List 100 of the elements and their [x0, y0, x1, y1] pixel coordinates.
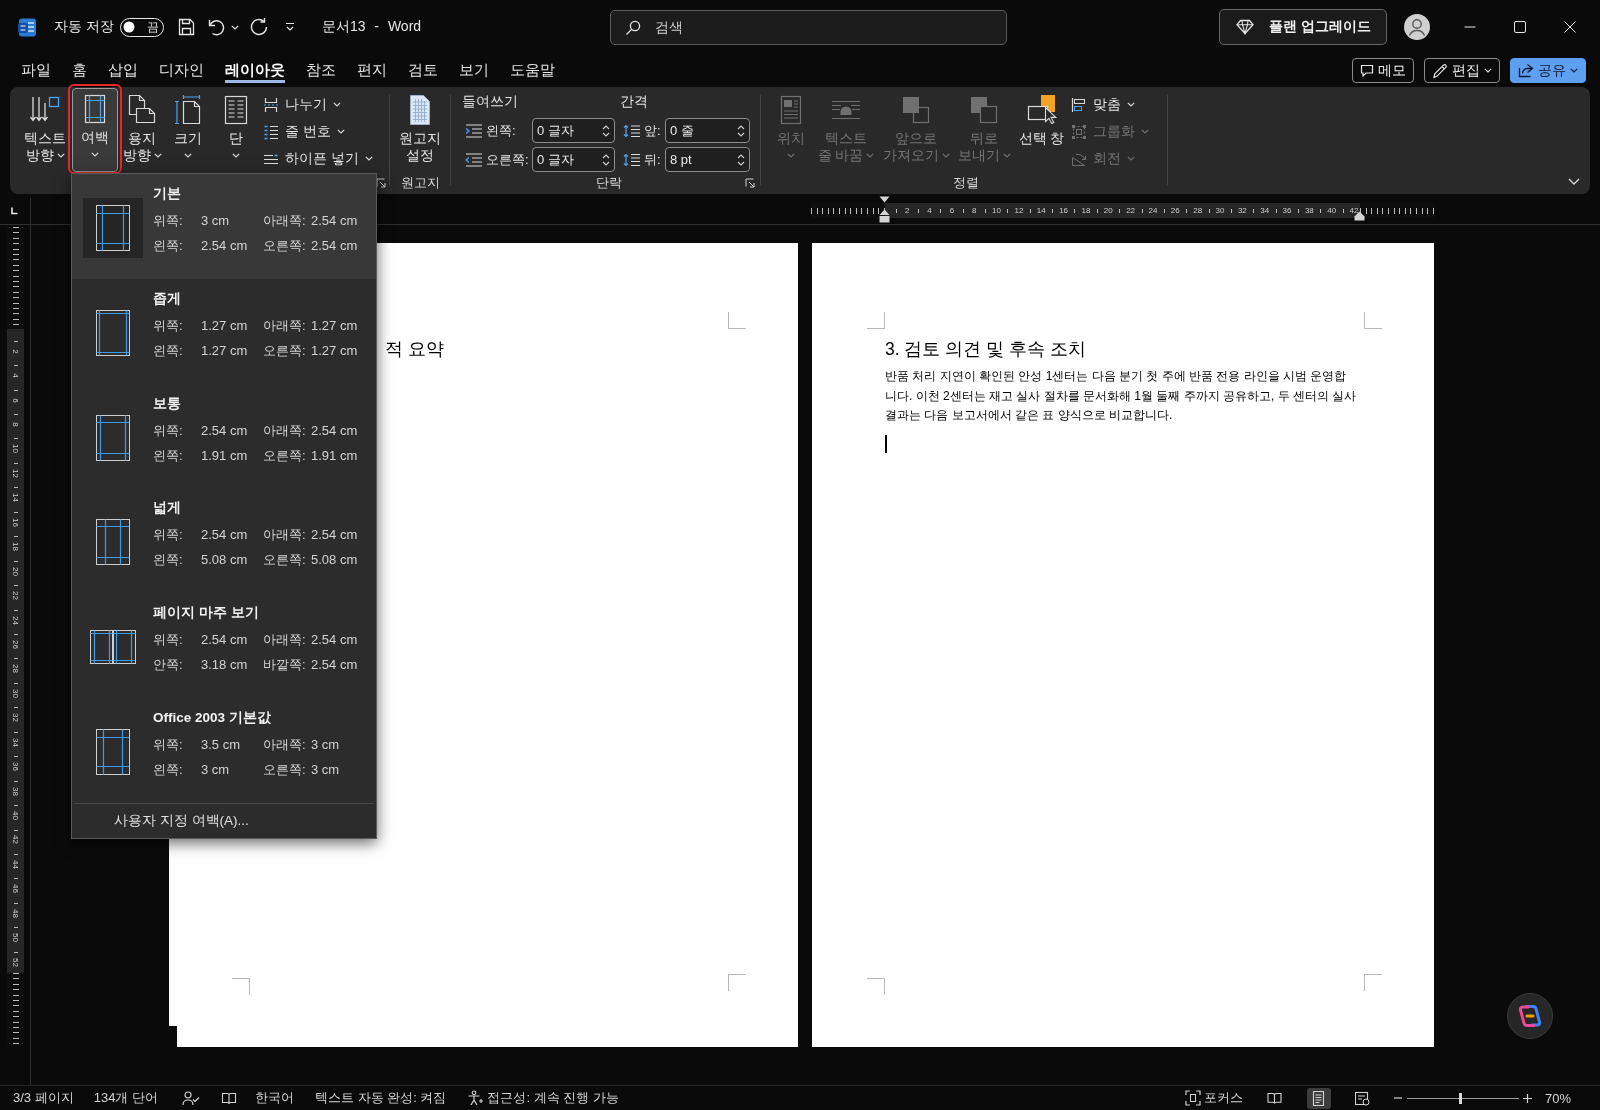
- redo-icon[interactable]: [248, 17, 269, 37]
- menu-item[interactable]: 페이지 마주 보기 위쪽: 2.54 cm 아래쪽: 2.54 cm 안쪽: 3.18 cm 바깥쪽: 2.54 cm: [72, 593, 376, 698]
- preset-title: 좁게: [153, 289, 181, 308]
- ribbon-tab[interactable]: 삽입: [100, 55, 146, 86]
- margin-label: 위쪽:: [153, 526, 183, 545]
- margin-label: 위쪽:: [153, 736, 183, 754]
- ruler-margin-segment: [7, 973, 24, 1045]
- ribbon-tab[interactable]: 편지: [349, 55, 395, 86]
- accessibility-status[interactable]: 접근성: 계속 진행 가능: [487, 1089, 619, 1107]
- ruler-number: 30: [11, 688, 20, 698]
- caret-icon: [232, 153, 240, 158]
- ruler-number: 6: [949, 206, 955, 215]
- zoom-in-icon[interactable]: [1522, 1093, 1532, 1103]
- ruler-number: 52: [11, 957, 20, 967]
- caret-icon: [333, 102, 341, 107]
- orientation-button[interactable]: 용지 방향: [122, 89, 162, 173]
- caret-icon: [56, 153, 65, 158]
- indent-marker-icon[interactable]: [879, 196, 890, 223]
- zoom-out-icon[interactable]: [1393, 1094, 1402, 1102]
- margin-label: 위쪽:: [153, 421, 183, 440]
- word-count[interactable]: 134개 단어: [93, 1089, 158, 1107]
- right-indent-marker-icon[interactable]: [1354, 211, 1365, 221]
- language-status[interactable]: 한국어: [255, 1089, 294, 1107]
- zoom-thumb[interactable]: [1459, 1092, 1463, 1104]
- zoom-level[interactable]: 70%: [1544, 1090, 1571, 1106]
- search-field[interactable]: 검색: [610, 9, 1007, 45]
- manuscript-setup-button[interactable]: 원고지 설정: [398, 89, 442, 173]
- margin-value: 1.27 cm: [201, 341, 248, 360]
- focus-button[interactable]: 포커스: [1184, 1089, 1243, 1107]
- person-check-icon[interactable]: [182, 1090, 200, 1106]
- ruler-number: 14: [1036, 206, 1046, 215]
- ruler-number: 4: [11, 373, 20, 378]
- columns-button[interactable]: 단: [214, 89, 258, 173]
- corner-mark: [728, 974, 746, 991]
- print-layout-button[interactable]: [1306, 1087, 1331, 1109]
- share-button[interactable]: 공유: [1510, 58, 1586, 83]
- menu-item[interactable]: 보통 위쪽: 2.54 cm 아래쪽: 2.54 cm 왼쪽: 1.91 cm 오른쪽: 1.91 cm: [72, 383, 376, 489]
- section-label: 들여쓰기: [462, 94, 518, 110]
- spin-field[interactable]: 0 글자: [532, 118, 615, 143]
- spin-field[interactable]: 0 줄: [665, 118, 750, 143]
- dialog-launcher-icon[interactable]: [376, 178, 386, 188]
- ruler-number: 44: [11, 859, 20, 869]
- caret-icon: [1141, 129, 1149, 134]
- book-icon[interactable]: [221, 1090, 237, 1106]
- breaks-button[interactable]: 나누기: [259, 91, 345, 118]
- ribbon-tab[interactable]: 홈: [64, 55, 95, 86]
- ruler-number: 24: [11, 615, 20, 625]
- ribbon-tab[interactable]: 보기: [451, 55, 497, 86]
- spacing-after-icon: [623, 152, 641, 167]
- ribbon-tab[interactable]: 도움말: [502, 55, 563, 86]
- ribbon-tab[interactable]: 참조: [298, 55, 344, 86]
- margins-button[interactable]: 여백: [72, 88, 118, 172]
- horizontal-ruler[interactable]: 2 4 6 8 10 12 14 16 18 20 22 24 26 28 30 32 34 36 38 40 42: [811, 196, 1434, 223]
- ruler-number: 6: [11, 397, 20, 403]
- page-count[interactable]: 3/3 페이지: [13, 1089, 74, 1107]
- ribbon-tab[interactable]: 디자인: [151, 55, 212, 86]
- autosave-label: 자동 저장: [54, 18, 114, 36]
- maximize-icon[interactable]: [1514, 21, 1526, 33]
- ruler-number: 10: [992, 206, 1001, 215]
- menu-item[interactable]: 좁게 위쪽: 1.27 cm 아래쪽: 1.27 cm 왼쪽: 1.27 cm 오른쪽: 1.27 cm: [72, 278, 376, 384]
- logo-icon: [1518, 1004, 1542, 1028]
- ruler-number: 24: [1148, 206, 1158, 215]
- ribbon-tab[interactable]: 검토: [400, 55, 446, 86]
- avatar-icon[interactable]: [1404, 14, 1430, 40]
- margin-value: 2.54 cm: [201, 237, 248, 255]
- dialog-launcher-icon[interactable]: [745, 178, 755, 188]
- tab-stop-icon[interactable]: [10, 207, 18, 215]
- ruler-number: 16: [1059, 206, 1069, 215]
- size-button[interactable]: 크기: [166, 89, 210, 173]
- editing-button[interactable]: 편집: [1424, 58, 1500, 83]
- spin-field[interactable]: 8 pt: [665, 147, 750, 172]
- accessibility-icon[interactable]: [467, 1090, 485, 1106]
- spin-field[interactable]: 0 글자: [532, 147, 615, 172]
- autocomplete-status[interactable]: 텍스트 자동 완성: 켜짐: [315, 1089, 447, 1107]
- margin-value: 2.54 cm: [311, 237, 358, 255]
- custom-margins-item[interactable]: 사용자 지정 여백(A)...: [114, 811, 249, 830]
- margin-value: 3.18 cm: [201, 656, 248, 675]
- align-button[interactable]: 맞춤: [1067, 91, 1139, 118]
- margin-preset-icon: [96, 519, 130, 566]
- text-direction-button[interactable]: 텍스트 방향: [22, 89, 68, 173]
- margin-preset-icon: [96, 309, 130, 356]
- caret-icon[interactable]: [1568, 178, 1580, 185]
- margin-value: 2.54 cm: [311, 631, 358, 650]
- caret-icon[interactable]: [230, 24, 239, 30]
- toolbar-menu-icon[interactable]: [284, 22, 295, 32]
- comments-button[interactable]: 메모: [1352, 58, 1414, 83]
- line-numbers-button[interactable]: 줄 번호: [259, 118, 349, 145]
- hyphenation-button[interactable]: 하이픈 넣기: [259, 145, 377, 172]
- selection-pane-button[interactable]: 선택 창: [1017, 89, 1066, 173]
- upgrade-button[interactable]: 플랜 업그레이드: [1219, 9, 1387, 45]
- undo-icon[interactable]: [206, 18, 225, 36]
- ruler-number: 46: [11, 884, 20, 894]
- menu-item[interactable]: 넓게 위쪽: 2.54 cm 아래쪽: 2.54 cm 왼쪽: 5.08 cm 오른쪽: 5.08 cm: [72, 488, 376, 594]
- close-icon[interactable]: [1564, 21, 1576, 33]
- ribbon-tab[interactable]: 파일: [13, 55, 59, 86]
- pages-icon: [126, 94, 158, 126]
- menu-item[interactable]: 기본 위쪽: 3 cm 아래쪽: 2.54 cm 왼쪽: 2.54 cm 오른쪽: 2.54 cm: [72, 174, 376, 279]
- ruler-number: 18: [11, 542, 20, 552]
- assistant-button[interactable]: [1507, 993, 1553, 1039]
- menu-item[interactable]: Office 2003 기본값 위쪽: 3.5 cm 아래쪽: 3 cm 왼쪽: 3 cm 오른쪽: 3 cm: [72, 698, 376, 803]
